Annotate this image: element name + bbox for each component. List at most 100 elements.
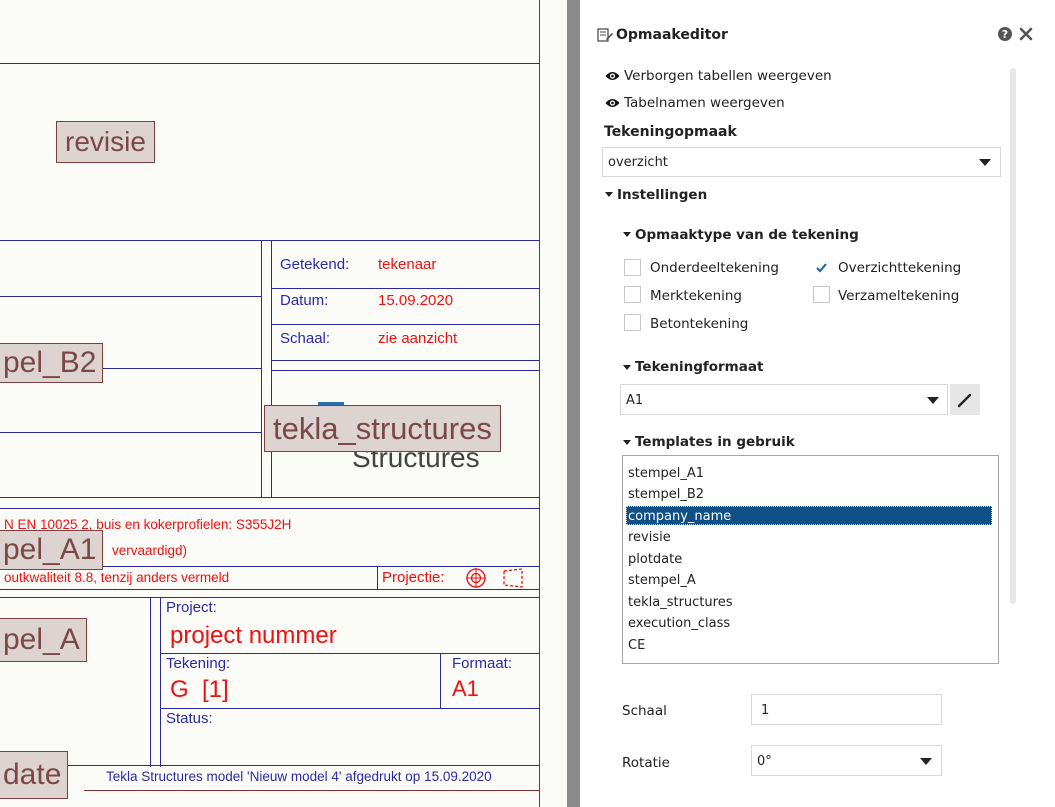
checkbox-verzameltekening[interactable] (813, 286, 830, 303)
eye-icon[interactable] (605, 70, 620, 82)
eye-icon[interactable] (605, 97, 620, 109)
pencil-icon (957, 393, 972, 408)
frame-line (272, 324, 540, 325)
frame-line (0, 765, 540, 766)
template-item[interactable]: execution_class (628, 617, 730, 630)
checkbox-betontekening-label[interactable]: Betontekening (650, 317, 748, 332)
collapse-arrow-icon[interactable] (623, 365, 631, 370)
show-table-names-toggle[interactable]: Tabelnamen weergeven (624, 96, 785, 111)
close-icon[interactable] (1018, 26, 1034, 42)
rotation-label: Rotatie (622, 755, 670, 771)
frame-line (272, 370, 540, 371)
chevron-down-icon (979, 159, 991, 166)
table-tag-tekla-structures[interactable]: tekla_structures (264, 405, 501, 452)
svg-text:?: ? (1002, 28, 1008, 41)
tekening-value: G [1] (170, 676, 229, 703)
collapse-arrow-icon[interactable] (623, 232, 631, 237)
rotation-select[interactable]: 0° (751, 745, 942, 776)
frame-line-right (539, 0, 540, 807)
frame-line (0, 432, 262, 433)
table-tag-revisie[interactable]: revisie (56, 121, 155, 163)
table-tag-stempel-a[interactable]: pel_A (0, 618, 87, 662)
checkbox-overzichttekening[interactable] (813, 259, 830, 276)
frame-line (0, 597, 540, 598)
table-tag-stempel-a1[interactable]: pel_A1 (0, 530, 104, 570)
checkbox-betontekening[interactable] (624, 314, 641, 331)
rotation-value: 0° (757, 754, 772, 769)
formaat-label: Formaat: (452, 655, 513, 672)
format-value: A1 (626, 393, 644, 408)
template-item-selected[interactable]: company_name (628, 510, 731, 523)
frame-line (0, 508, 540, 509)
table-tag-plotdate[interactable]: date (0, 751, 69, 799)
projectie-label: Projectie: (382, 569, 445, 586)
datum-label: Datum: (280, 292, 329, 309)
template-item[interactable]: stempel_A (628, 574, 696, 587)
frame-line (440, 653, 441, 708)
checkmark-icon (816, 263, 827, 273)
scale-label: Schaal (622, 703, 667, 719)
frame-line (0, 589, 540, 590)
collapse-arrow-icon[interactable] (605, 192, 613, 197)
format-select[interactable]: A1 (620, 384, 948, 415)
drawing-layout-label: Tekeningopmaak (604, 124, 737, 140)
editor-icon (597, 28, 613, 42)
format-section-toggle[interactable]: Tekeningformaat (635, 360, 763, 375)
frame-line (272, 288, 540, 289)
frame-line (0, 296, 262, 297)
layout-editor-panel: Opmaakeditor ? Verborgen tabellen weerge… (580, 0, 1055, 807)
collapse-arrow-icon[interactable] (623, 440, 631, 445)
panel-scrollbar[interactable] (1010, 68, 1016, 604)
panel-title: Opmaakeditor (616, 27, 728, 43)
drawing-layout-select[interactable]: overzicht (602, 147, 1001, 177)
template-item[interactable]: stempel_B2 (628, 488, 704, 501)
frame-line (271, 240, 272, 498)
checkbox-onderdeeltekening-label[interactable]: Onderdeeltekening (650, 261, 779, 276)
frame-line (0, 497, 540, 498)
bolt-line: outkwaliteit 8.8, tenzij anders vermeld (4, 570, 230, 585)
tekening-label: Tekening: (166, 655, 231, 672)
scale-value: 1 (761, 703, 770, 718)
table-tag-stempel-b2[interactable]: pel_B2 (0, 343, 104, 383)
frame-line (261, 240, 262, 498)
datum-value: 15.09.2020 (378, 292, 454, 309)
manufactured-line: vervaardigd) (112, 543, 188, 558)
splitter[interactable] (567, 0, 580, 807)
template-item[interactable]: CE (628, 639, 645, 652)
show-hidden-tables-toggle[interactable]: Verborgen tabellen weergeven (624, 69, 832, 84)
template-item[interactable]: plotdate (628, 553, 682, 566)
project-value: project nummer (170, 622, 337, 649)
project-label: Project: (166, 599, 217, 616)
getekend-value: tekenaar (378, 256, 437, 273)
checkbox-verzameltekening-label[interactable]: Verzameltekening (838, 289, 959, 304)
scale-input[interactable]: 1 (751, 694, 942, 725)
templates-list[interactable]: stempel_A1 stempel_B2 company_name revis… (622, 455, 999, 664)
chevron-down-icon (927, 397, 939, 404)
help-icon[interactable]: ? (997, 26, 1013, 42)
status-label: Status: (166, 710, 213, 727)
frame-line (377, 566, 378, 590)
checkbox-merktekening-label[interactable]: Merktekening (650, 289, 742, 304)
template-item[interactable]: revisie (628, 531, 671, 544)
checkbox-onderdeeltekening[interactable] (624, 259, 641, 276)
settings-section-toggle[interactable]: Instellingen (617, 188, 707, 203)
getekend-label: Getekend: (280, 256, 350, 273)
chevron-down-icon (920, 758, 932, 765)
schaal-value: zie aanzicht (378, 330, 458, 347)
frame-line (272, 360, 540, 361)
frame-line (150, 597, 151, 767)
drawing-canvas[interactable]: Getekend: tekenaar Datum: 15.09.2020 Sch… (0, 0, 567, 807)
formaat-value: A1 (452, 676, 479, 701)
checkbox-merktekening[interactable] (624, 286, 641, 303)
template-item[interactable]: tekla_structures (628, 596, 732, 609)
frame-line-top (0, 63, 540, 64)
layout-type-section-toggle[interactable]: Opmaaktype van de tekening (635, 228, 859, 243)
edit-format-button[interactable] (950, 384, 980, 415)
template-item[interactable]: stempel_A1 (628, 467, 704, 480)
checkbox-overzichttekening-label[interactable]: Overzichttekening (838, 261, 961, 276)
frame-line (84, 790, 540, 791)
frame-line (161, 653, 540, 654)
templates-section-toggle[interactable]: Templates in gebruik (635, 435, 795, 450)
frame-line (161, 708, 540, 709)
drawing-layout-value: overzicht (608, 155, 668, 170)
